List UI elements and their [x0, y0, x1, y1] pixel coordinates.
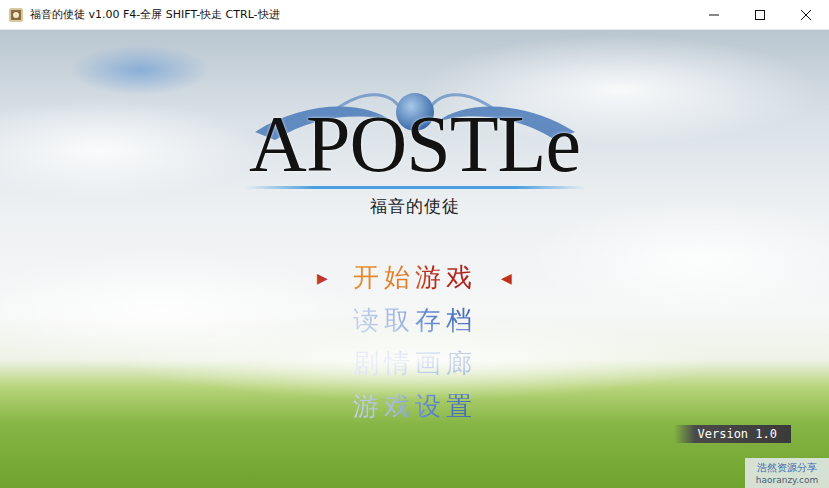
version-label: Version 1.0	[674, 425, 791, 443]
main-menu: ▶开始游戏◀ 读取存档剧情画廊游戏设置	[299, 256, 531, 428]
close-icon	[801, 10, 811, 20]
maximize-button[interactable]	[737, 0, 783, 29]
title-screen: APOSTLe 福音的使徒 ▶开始游戏◀ 读取存档剧情画廊游戏设置 Version 1.…	[0, 30, 829, 488]
watermark-url: haoranzy.com	[756, 475, 819, 485]
minimize-icon	[709, 10, 719, 20]
menu-label[interactable]: 开始游戏	[347, 261, 483, 295]
window-title: 福音的使徒 v1.00 F4-全屏 SHIFT-快走 CTRL-快进	[30, 7, 691, 22]
maximize-icon	[755, 10, 765, 20]
logo-subtitle: 福音的使徒	[370, 195, 460, 218]
menu-item[interactable]: 剧情画廊	[299, 342, 531, 385]
close-button[interactable]	[783, 0, 829, 29]
title-bar: 福音的使徒 v1.00 F4-全屏 SHIFT-快走 CTRL-快进	[0, 0, 829, 30]
minimize-button[interactable]	[691, 0, 737, 29]
cursor-right: ◀	[483, 270, 531, 286]
logo-title: APOSTLe	[249, 70, 580, 184]
cursor-left: ▶	[299, 270, 347, 286]
menu-label[interactable]: 游戏设置	[347, 390, 483, 424]
game-logo: APOSTLe 福音的使徒	[215, 70, 615, 218]
watermark-name: 浩然资源分享	[757, 461, 817, 475]
watermark: 浩然资源分享haoranzy.com	[745, 458, 829, 488]
logo-underline	[245, 186, 585, 189]
menu-item[interactable]: 读取存档	[299, 299, 531, 342]
menu-item[interactable]: 游戏设置	[299, 385, 531, 428]
menu-label[interactable]: 读取存档	[347, 304, 483, 338]
menu-item[interactable]: ▶开始游戏◀	[299, 256, 531, 299]
menu-label[interactable]: 剧情画廊	[347, 347, 483, 381]
app-icon	[8, 7, 24, 23]
